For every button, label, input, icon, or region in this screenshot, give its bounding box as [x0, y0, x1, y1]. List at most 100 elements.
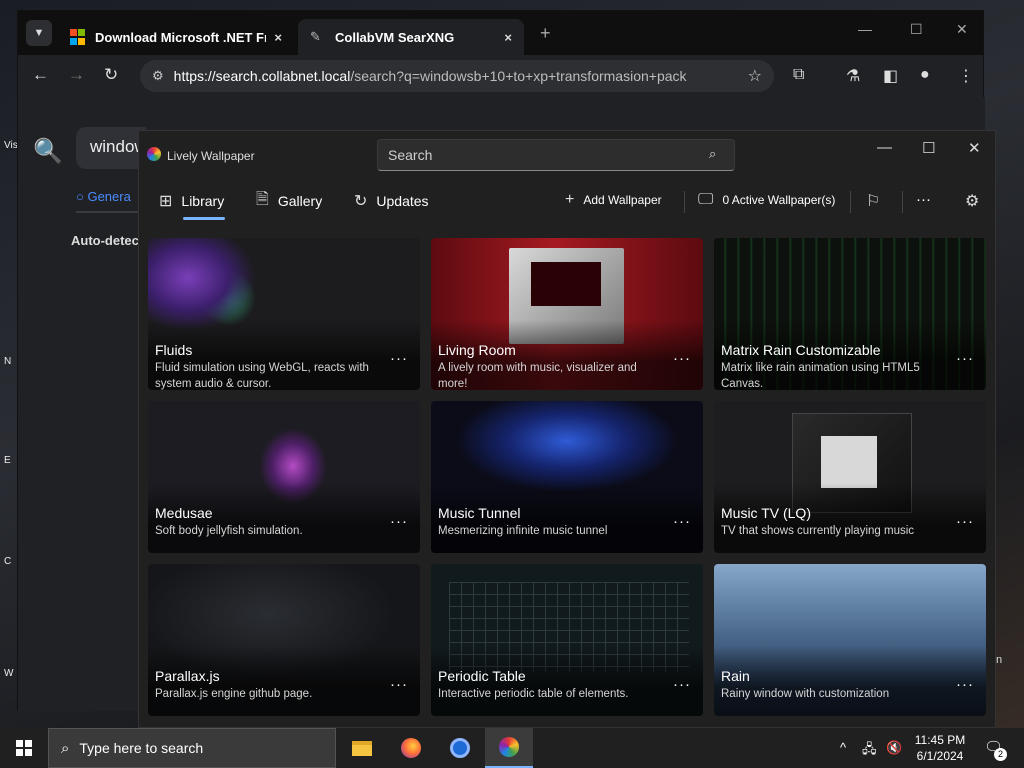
card-more-button[interactable]: ···	[956, 513, 974, 530]
close-tab-icon[interactable]: ×	[274, 30, 282, 45]
file-explorer-taskbar-icon[interactable]	[338, 728, 386, 768]
windows-start-icon[interactable]	[16, 740, 32, 756]
tab-dotnet[interactable]: Download Microsoft .NET Fran ×	[58, 19, 294, 55]
maximize-button[interactable]: ☐	[910, 21, 923, 38]
desktop-icon-label[interactable]: C	[4, 556, 18, 567]
wallpaper-title: Matrix Rain Customizable	[721, 342, 881, 358]
wallpaper-card-living-room[interactable]: Living Room A lively room with music, vi…	[431, 238, 703, 390]
tab-updates[interactable]: ↻ Updates	[354, 189, 429, 213]
profile-icon[interactable]: ●	[920, 66, 930, 84]
monitor-icon: 🖵	[698, 191, 714, 208]
extensions-icon[interactable]: ⧉	[793, 66, 804, 84]
app-title: Lively Wallpaper	[167, 149, 255, 163]
selected-tab-indicator	[183, 217, 225, 220]
desktop-icon-label[interactable]: Vis	[4, 140, 18, 151]
volume-muted-icon[interactable]: 🔇	[886, 740, 902, 756]
tab-search-button[interactable]: ▼	[26, 20, 52, 46]
notification-count-badge: 2	[994, 748, 1007, 761]
add-wallpaper-button[interactable]: + Add Wallpaper	[565, 191, 662, 209]
side-panel-icon[interactable]: ◧	[883, 66, 898, 86]
wallpaper-description: Rainy window with customization	[721, 688, 890, 700]
wallpaper-description: Interactive periodic table of elements.	[438, 688, 629, 700]
wallpaper-description: Matrix like rain animation using HTML5 C…	[721, 362, 920, 390]
wallpaper-search-input[interactable]	[377, 139, 735, 171]
wallpaper-description: Parallax.js engine github page.	[155, 688, 313, 700]
card-more-button[interactable]: ···	[673, 676, 691, 693]
screen-layout-button[interactable]: ⚐	[866, 191, 889, 211]
search-logo-icon[interactable]: 🔍	[33, 137, 63, 166]
maximize-button[interactable]: ☐	[922, 139, 935, 157]
wallpaper-description: Mesmerizing infinite music tunnel	[438, 525, 608, 537]
card-more-button[interactable]: ···	[390, 676, 408, 693]
forward-button[interactable]: →	[68, 65, 85, 85]
tab-divider	[76, 211, 146, 213]
close-window-button[interactable]: ✕	[956, 21, 968, 38]
wallpaper-card-music-tunnel[interactable]: Music Tunnel Mesmerizing infinite music …	[431, 401, 703, 553]
desktop-icon-label[interactable]: n	[996, 654, 1002, 666]
grid-icon: ⊞	[159, 193, 173, 210]
divider	[684, 191, 685, 213]
address-bar[interactable]: ⚙ https://search.collabnet.local/search?…	[140, 60, 774, 92]
desktop-icon-label[interactable]: W	[4, 668, 18, 679]
wallpaper-description: A lively room with music, visualizer and…	[438, 362, 637, 390]
wallpaper-card-fluids[interactable]: Fluids Fluid simulation using WebGL, rea…	[148, 238, 420, 390]
language-select[interactable]: Auto-detect	[71, 233, 143, 248]
search-icon[interactable]: ⌕	[709, 146, 716, 162]
tab-searxng[interactable]: ✎ CollabVM SearXNG ×	[298, 19, 524, 55]
close-tab-icon[interactable]: ×	[504, 30, 512, 45]
wallpaper-card-matrix-rain[interactable]: Matrix Rain Customizable Matrix like rai…	[714, 238, 986, 390]
back-button[interactable]: ←	[32, 65, 49, 85]
wallpaper-title: Parallax.js	[155, 668, 220, 684]
settings-button[interactable]: ⚙	[965, 191, 988, 211]
close-window-button[interactable]: ✕	[968, 139, 981, 157]
wallpaper-title: Fluids	[155, 342, 193, 358]
card-more-button[interactable]: ···	[673, 350, 691, 367]
wallpaper-title: Living Room	[438, 342, 516, 358]
card-more-button[interactable]: ···	[390, 513, 408, 530]
divider	[902, 191, 903, 213]
bookmark-star-icon[interactable]: ☆	[748, 66, 762, 86]
shopping-bag-icon: 🗎	[256, 190, 269, 208]
chrome-taskbar-icon[interactable]	[436, 728, 484, 768]
wallpaper-description: Fluid simulation using WebGL, reacts wit…	[155, 362, 369, 390]
browser-menu-icon[interactable]: ⋮	[958, 66, 974, 86]
lively-taskbar-icon[interactable]	[485, 728, 533, 768]
more-options-button[interactable]: ···	[916, 191, 931, 208]
wallpaper-title: Music TV (LQ)	[721, 505, 811, 521]
reload-button[interactable]: ↻	[104, 65, 118, 85]
tab-library[interactable]: ⊞ Library	[159, 189, 224, 213]
desktop-icon-label[interactable]: E	[4, 455, 18, 466]
wallpaper-card-parallax[interactable]: Parallax.js Parallax.js engine github pa…	[148, 564, 420, 716]
site-info-icon[interactable]: ⚙	[152, 68, 164, 84]
card-more-button[interactable]: ···	[390, 350, 408, 367]
show-hidden-icons-icon[interactable]: ^	[840, 740, 846, 755]
taskbar-search-placeholder: Type here to search	[79, 740, 204, 756]
wallpaper-card-rain[interactable]: Rain Rainy window with customization ···	[714, 564, 986, 716]
search-icon: ○	[76, 189, 88, 204]
new-tab-button[interactable]: +	[540, 23, 551, 44]
wallpaper-card-medusae[interactable]: Medusae Soft body jellyfish simulation. …	[148, 401, 420, 553]
wallpaper-title: Medusae	[155, 505, 213, 521]
card-more-button[interactable]: ···	[673, 513, 691, 530]
wallpaper-description: Soft body jellyfish simulation.	[155, 525, 303, 537]
tab-general[interactable]: ○ Genera	[76, 189, 131, 204]
tab-gallery[interactable]: 🗎 Gallery	[256, 189, 322, 213]
firefox-taskbar-icon[interactable]	[387, 728, 435, 768]
plus-icon: +	[565, 191, 575, 208]
card-more-button[interactable]: ···	[956, 676, 974, 693]
wallpaper-card-periodic-table[interactable]: Periodic Table Interactive periodic tabl…	[431, 564, 703, 716]
card-more-button[interactable]: ···	[956, 350, 974, 367]
more-icon: ···	[916, 191, 931, 208]
tab-title: CollabVM SearXNG	[335, 29, 455, 45]
labs-icon[interactable]: ⚗	[846, 66, 860, 86]
gear-icon: ⚙	[965, 193, 980, 210]
network-icon[interactable]: 🖧	[862, 740, 877, 762]
search-input[interactable]: window	[76, 127, 146, 169]
desktop-icon-label[interactable]: N	[4, 356, 18, 367]
minimize-button[interactable]: —	[877, 139, 892, 156]
taskbar-search-box[interactable]: ⌕ Type here to search	[48, 728, 336, 768]
system-clock[interactable]: 11:45 PM 6/1/2024	[912, 732, 968, 764]
minimize-button[interactable]: —	[858, 21, 872, 37]
wallpaper-card-music-tv[interactable]: Music TV (LQ) TV that shows currently pl…	[714, 401, 986, 553]
active-wallpapers-button[interactable]: 🖵 0 Active Wallpaper(s)	[698, 191, 835, 209]
